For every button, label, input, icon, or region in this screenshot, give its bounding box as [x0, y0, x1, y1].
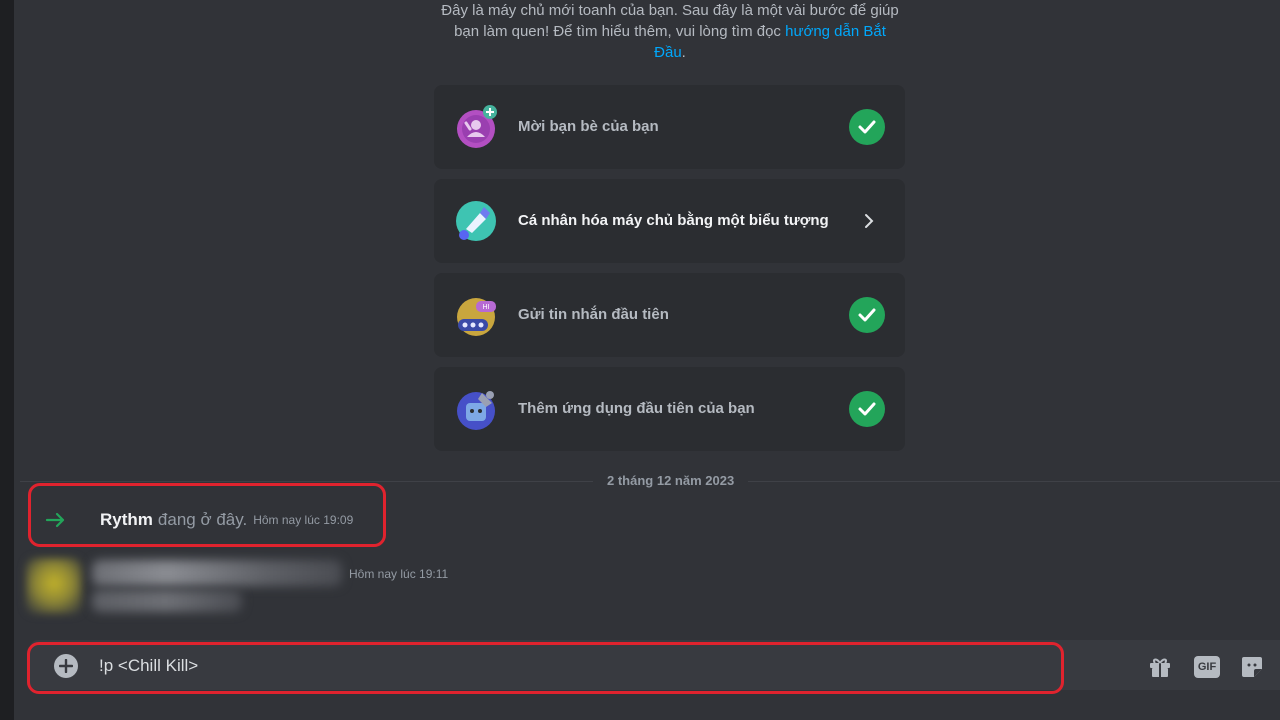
svg-text:HI: HI: [483, 304, 490, 311]
gift-button[interactable]: [1147, 654, 1173, 680]
getting-started-link[interactable]: hướng dẫn Bắt: [785, 23, 886, 40]
invite-friends-icon: [457, 105, 497, 148]
sticker-button[interactable]: [1239, 654, 1265, 680]
completed-check-icon: [849, 297, 885, 333]
checklist-label: Gửi tin nhắn đầu tiên: [518, 306, 669, 323]
welcome-intro: Đây là máy chủ mới toanh của bạn. Sau đâ…: [420, 0, 920, 63]
intro-line-2: bạn làm quen! Để tìm hiểu thêm, vui lòng…: [420, 21, 920, 42]
sidebar-edge: [0, 0, 14, 720]
chevron-right-icon: [865, 214, 874, 228]
checklist-label: Mời bạn bè của bạn: [518, 118, 659, 135]
annotation-highlight-join: [28, 483, 386, 547]
gif-button[interactable]: GIF: [1194, 654, 1220, 680]
intro-line-1: Đây là máy chủ mới toanh của bạn. Sau đâ…: [441, 2, 899, 19]
chat-bubble-icon: HI: [457, 298, 496, 336]
message-timestamp: Hôm nay lúc 19:11: [349, 567, 449, 581]
completed-check-icon: [849, 109, 885, 145]
sticker-icon: [1242, 657, 1262, 677]
wrench-app-icon: [457, 391, 495, 430]
blurred-username: [92, 560, 342, 586]
checklist-item-first-app[interactable]: Thêm ứng dụng đầu tiên của bạn: [434, 367, 905, 451]
checklist-label: Thêm ứng dụng đầu tiên của bạn: [518, 400, 755, 417]
getting-started-link-continued[interactable]: Đầu: [654, 44, 682, 61]
intro-line-2-text: bạn làm quen! Để tìm hiểu thêm, vui lòng…: [454, 23, 781, 40]
completed-check-icon: [849, 391, 885, 427]
intro-line-3: Đầu.: [420, 42, 920, 63]
annotation-highlight-composer: [27, 642, 1064, 694]
paintbrush-icon: [456, 201, 496, 241]
checklist-item-server-icon[interactable]: Cá nhân hóa máy chủ bằng một biểu tượng: [434, 179, 905, 263]
checklist-label: Cá nhân hóa máy chủ bằng một biểu tượng: [518, 212, 829, 229]
checklist-item-invite-friends[interactable]: Mời bạn bè của bạn: [434, 85, 905, 169]
gif-icon: GIF: [1194, 656, 1220, 678]
intro-period: .: [681, 44, 686, 61]
blurred-message-content: [92, 590, 242, 612]
avatar[interactable]: [26, 558, 82, 614]
checklist-item-first-message[interactable]: HI Gửi tin nhắn đầu tiên: [434, 273, 905, 357]
date-divider: 2 tháng 12 năm 2023: [593, 472, 749, 490]
gift-icon: [1150, 658, 1170, 677]
